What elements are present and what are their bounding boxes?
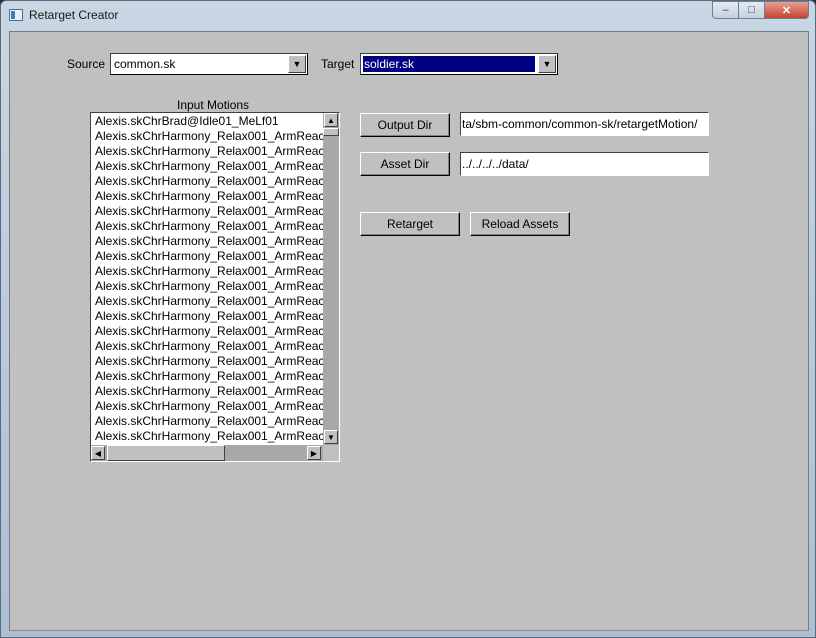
app-icon — [9, 9, 23, 21]
list-item[interactable]: Alexis.skChrHarmony_Relax001_ArmReachCtU… — [93, 429, 323, 444]
source-value: common.sk — [114, 57, 176, 71]
client-area: Source common.sk ▼ Target soldier.sk ▼ I… — [9, 31, 809, 631]
input-motions-list[interactable]: Alexis.skChrBrad@Idle01_MeLf01 Alexis.skC… — [90, 112, 340, 462]
close-button[interactable]: ✕ — [765, 1, 809, 19]
list-item[interactable]: Alexis.skChrHarmony_Relax001_ArmReachCtH… — [93, 219, 323, 234]
list-item[interactable]: Alexis.skChrHarmony_Relax001_ArmReachLfH… — [93, 129, 323, 144]
title-bar[interactable]: Retarget Creator ‒ □ ✕ — [1, 1, 815, 29]
list-item[interactable]: Alexis.skChrHarmony_Relax001_ArmReachRtM… — [93, 204, 323, 219]
maximize-button[interactable]: □ — [739, 1, 765, 19]
reload-assets-button[interactable]: Reload Assets — [470, 212, 570, 236]
motion-items: Alexis.skChrBrad@Idle01_MeLf01 Alexis.skC… — [93, 114, 323, 444]
vertical-scrollbar[interactable]: ▲ ▼ — [323, 113, 339, 445]
list-item[interactable]: Alexis.skChrHarmony_Relax001_ArmReachLfM… — [93, 159, 323, 174]
arrow-up-icon: ▲ — [327, 115, 335, 125]
scroll-right-button[interactable]: ▶ — [307, 446, 321, 460]
arrow-left-icon: ◀ — [94, 448, 102, 458]
target-label: Target — [321, 57, 355, 71]
list-item[interactable]: Alexis.skChrHarmony_Relax001_ArmReachLfF… — [93, 264, 323, 279]
chevron-down-icon: ▼ — [542, 59, 552, 69]
list-item[interactable]: Alexis.skChrHarmony_Relax001_ArmReachRtN… — [93, 369, 323, 384]
list-item[interactable]: Alexis.skChrHarmony_Relax001_ArmReachCtM… — [93, 249, 323, 264]
arrow-down-icon: ▼ — [327, 432, 335, 442]
list-item[interactable]: Alexis.skChrHarmony_Relax001_ArmReachRtF… — [93, 324, 323, 339]
asset-dir-button[interactable]: Asset Dir — [360, 152, 450, 176]
scroll-left-button[interactable]: ◀ — [91, 446, 105, 460]
output-dir-value: ta/sbm-common/common-sk/retargetMotion/ — [462, 117, 698, 131]
list-item[interactable]: Alexis.skChrHarmony_Relax001_ArmReachLfL… — [93, 144, 323, 159]
chevron-down-icon: ▼ — [292, 59, 302, 69]
minimize-icon: ‒ — [722, 4, 729, 16]
source-label: Source — [67, 57, 106, 71]
retarget-button[interactable]: Retarget — [360, 212, 460, 236]
horizontal-scrollbar[interactable]: ◀ ▶ — [91, 445, 323, 461]
asset-dir-field[interactable]: ../../../../data/ — [460, 152, 709, 176]
scrollbar-corner — [323, 445, 339, 461]
scroll-up-button[interactable]: ▲ — [324, 113, 338, 127]
list-item[interactable]: Alexis.skChrHarmony_Relax001_ArmReachLfF… — [93, 309, 323, 324]
list-item[interactable]: Alexis.skChrHarmony_Relax001_ArmReachLfN… — [93, 354, 323, 369]
list-item[interactable]: Alexis.skChrHarmony_Relax001_ArmReachRtU… — [93, 414, 323, 429]
arrow-right-icon: ▶ — [310, 448, 318, 458]
output-dir-field[interactable]: ta/sbm-common/common-sk/retargetMotion/ — [460, 112, 709, 136]
list-item[interactable]: Alexis.skChrHarmony_Relax001_ArmReachCtF… — [93, 294, 323, 309]
output-dir-button[interactable]: Output Dir — [360, 113, 450, 137]
asset-dir-value: ../../../../data/ — [462, 157, 529, 171]
close-icon: ✕ — [781, 4, 792, 17]
horizontal-scroll-thumb[interactable] — [107, 445, 225, 461]
target-combo[interactable]: soldier.sk ▼ — [360, 53, 558, 75]
list-item[interactable]: Alexis.skChrHarmony_Relax001_ArmReachLfU… — [93, 399, 323, 414]
source-dropdown-button[interactable]: ▼ — [288, 55, 306, 73]
input-motions-label: Input Motions — [177, 98, 250, 112]
maximize-icon: □ — [748, 4, 755, 16]
list-item[interactable]: Alexis.skChrHarmony_Relax001_ArmReachRtH… — [93, 174, 323, 189]
source-combo[interactable]: common.sk ▼ — [110, 53, 308, 75]
vertical-scroll-thumb[interactable] — [323, 128, 339, 136]
target-dropdown-button[interactable]: ▼ — [538, 55, 556, 73]
scroll-down-button[interactable]: ▼ — [324, 430, 338, 444]
caption-buttons: ‒ □ ✕ — [712, 1, 809, 20]
list-item[interactable]: Alexis.skChrHarmony_Relax001_ArmReachRtL… — [93, 189, 323, 204]
list-item[interactable]: Alexis.skChrHarmony_Relax001_ArmReachCtL… — [93, 234, 323, 249]
target-value: soldier.sk — [363, 56, 535, 72]
retarget-creator-window: Retarget Creator ‒ □ ✕ Source common.sk … — [0, 0, 816, 638]
minimize-button[interactable]: ‒ — [712, 1, 739, 19]
bottom-divider — [10, 630, 808, 631]
list-item[interactable]: Alexis.skChrHarmony_Relax001_ArmReachCtF… — [93, 339, 323, 354]
list-item[interactable]: Alexis.skChrHarmony_Relax001_ArmReachRtF… — [93, 279, 323, 294]
window-title: Retarget Creator — [29, 8, 119, 22]
list-item[interactable]: Alexis.skChrBrad@Idle01_MeLf01 — [93, 114, 323, 129]
list-item[interactable]: Alexis.skChrHarmony_Relax001_ArmReachCtN… — [93, 384, 323, 399]
